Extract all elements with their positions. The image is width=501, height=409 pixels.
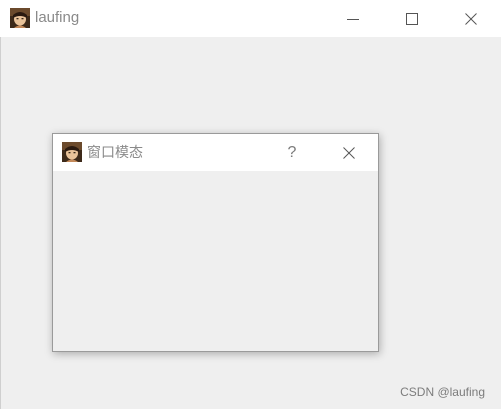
close-button[interactable] — [448, 0, 494, 37]
help-icon: ? — [287, 143, 297, 161]
close-icon — [465, 12, 477, 25]
close-icon — [343, 146, 355, 159]
dialog-close-button[interactable] — [329, 134, 369, 171]
maximize-icon — [406, 12, 418, 25]
dialog-titlebar[interactable]: 窗口模态 ? — [53, 134, 378, 171]
help-button[interactable]: ? — [272, 134, 312, 171]
minimize-button[interactable] — [330, 0, 376, 37]
minimize-icon — [347, 18, 359, 20]
user-avatar-icon — [10, 8, 30, 28]
window-left-border — [0, 37, 1, 409]
main-titlebar[interactable]: laufing — [0, 0, 501, 37]
maximize-button[interactable] — [389, 0, 435, 37]
modal-dialog[interactable]: 窗口模态 ? — [52, 133, 379, 352]
dialog-title: 窗口模态 — [87, 144, 143, 160]
watermark-text: CSDN @laufing — [400, 385, 485, 399]
window-title: laufing — [35, 9, 80, 26]
user-avatar-icon — [62, 142, 82, 162]
